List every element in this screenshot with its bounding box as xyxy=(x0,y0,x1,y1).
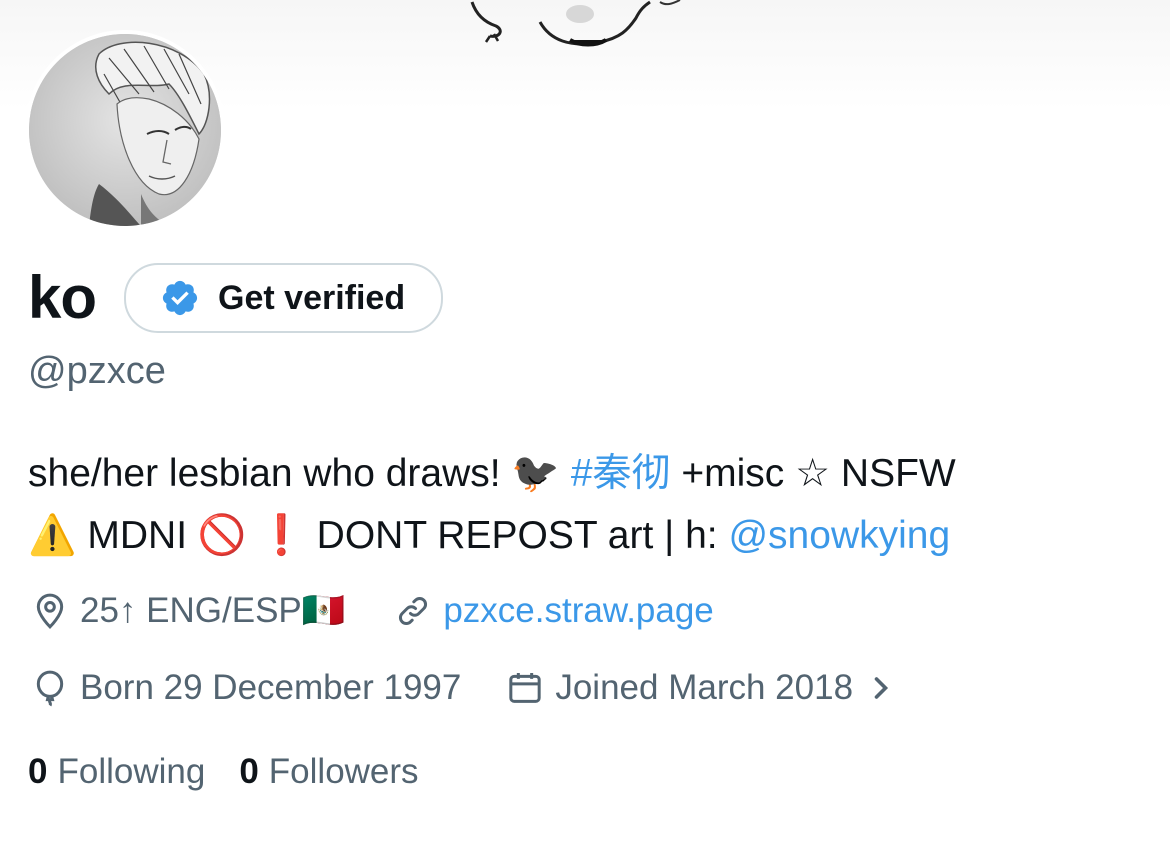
name-row: ko Get verified xyxy=(28,262,444,334)
website[interactable]: pzxce.straw.page xyxy=(393,591,714,631)
link-icon xyxy=(393,591,433,631)
avatar-image xyxy=(29,34,221,226)
following-label: Following xyxy=(57,752,206,791)
joined-date[interactable]: Joined March 2018 xyxy=(505,668,895,708)
verified-badge-icon xyxy=(160,278,200,318)
profile-meta-row: 25↑ ENG/ESP🇲🇽 pzxce.straw.page xyxy=(30,590,714,631)
followers-label: Followers xyxy=(268,752,419,791)
get-verified-button[interactable]: Get verified xyxy=(124,263,444,333)
balloon-icon xyxy=(30,668,70,708)
followers-link[interactable]: 0 Followers xyxy=(239,752,418,792)
bio-text: +misc ☆ NSFW xyxy=(670,452,956,495)
location-pin-icon xyxy=(30,591,70,631)
birthday: Born 29 December 1997 xyxy=(30,668,461,708)
location-text: 25↑ ENG/ESP🇲🇽 xyxy=(80,591,346,630)
bio: she/her lesbian who draws! 🐦‍⬛ #秦彻 +misc… xyxy=(28,443,1148,567)
bio-text: ⚠️ MDNI 🚫 ❗ DONT REPOST art | h: xyxy=(28,514,729,557)
chevron-right-icon[interactable] xyxy=(867,670,895,706)
mention-link[interactable]: @snowkying xyxy=(728,514,950,557)
followers-count: 0 xyxy=(239,752,259,791)
banner-artwork xyxy=(470,0,681,47)
display-name: ko xyxy=(28,264,97,331)
following-count: 0 xyxy=(28,752,48,791)
profile-meta-row: Born 29 December 1997 Joined March 2018 xyxy=(30,668,895,708)
get-verified-label: Get verified xyxy=(218,278,406,317)
website-link[interactable]: pzxce.straw.page xyxy=(443,591,713,631)
following-link[interactable]: 0 Following xyxy=(28,752,205,792)
handle: @pzxce xyxy=(28,350,166,392)
hashtag-link[interactable]: #秦彻 xyxy=(571,452,671,495)
birthday-text: Born 29 December 1997 xyxy=(80,668,462,707)
avatar[interactable] xyxy=(25,30,225,230)
location: 25↑ ENG/ESP🇲🇽 xyxy=(30,590,345,631)
profile-page: ko Get verified @pzxce she/her lesbian w… xyxy=(0,0,1170,841)
joined-text: Joined March 2018 xyxy=(555,668,854,707)
calendar-icon xyxy=(505,668,545,708)
bio-text: she/her lesbian who draws! 🐦‍⬛ xyxy=(28,452,571,495)
follow-stats: 0 Following 0 Followers xyxy=(28,752,453,792)
